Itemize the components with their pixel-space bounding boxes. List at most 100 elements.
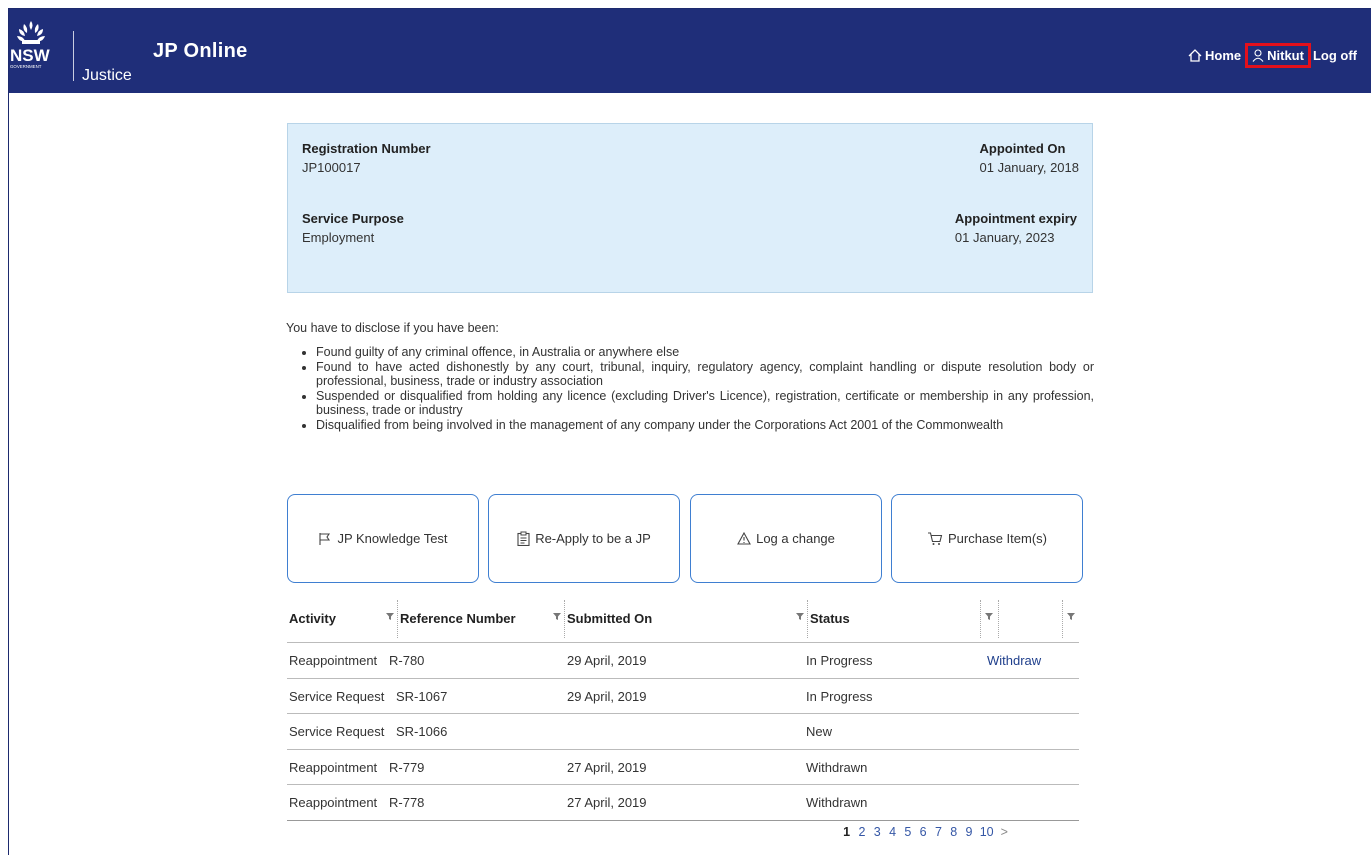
log-change-label: Log a change [756, 531, 835, 546]
table-row[interactable]: Reappointment R-780 29 April, 2019 In Pr… [287, 643, 1079, 679]
appointed-block: Appointed On 01 January, 2018 [980, 139, 1080, 177]
cell-reference: SR-1067 [396, 688, 448, 704]
page-link[interactable]: 5 [900, 825, 915, 839]
cell-status: Withdrawn [806, 795, 868, 810]
cell-reference: R-778 [389, 795, 425, 810]
cell-status: In Progress [806, 653, 873, 668]
activity-table: Activity Reference Number Submitted On S… [287, 594, 1079, 821]
filter-icon[interactable] [985, 611, 993, 621]
nsw-government-logo[interactable]: NSW GOVERNMENT [9, 17, 69, 85]
reapply-button[interactable]: Re-Apply to be a JP [488, 494, 680, 583]
table-row[interactable]: Service Request SR-1066 New [287, 714, 1079, 750]
department-name: Justice [82, 67, 132, 84]
cell-submitted: 27 April, 2019 [567, 759, 647, 775]
column-header-actions [999, 594, 1059, 643]
table-row[interactable]: Reappointment R-778 27 April, 2019 Withd… [287, 785, 1079, 821]
header-nav: Home Nitkut Log off [1188, 43, 1357, 68]
action-buttons: JP Knowledge Test Re-Apply to be a JP Lo… [287, 494, 1085, 583]
nav-home-link[interactable]: Home [1188, 48, 1241, 63]
filter-icon[interactable] [1067, 611, 1075, 621]
warning-icon [737, 532, 752, 545]
page-link[interactable]: 8 [946, 825, 961, 839]
logo-subtext: GOVERNMENT [10, 64, 42, 69]
column-separator [1062, 600, 1063, 638]
expiry-value: 01 January, 2023 [954, 230, 1055, 245]
cell-status: New [806, 724, 833, 739]
page-link[interactable]: 2 [854, 825, 869, 839]
filter-icon[interactable] [796, 611, 804, 621]
page-link[interactable]: 3 [870, 825, 885, 839]
page-frame: NSW GOVERNMENT Justice JP Online Home Ni… [8, 8, 1371, 855]
purchase-items-button[interactable]: Purchase Item(s) [891, 494, 1083, 583]
reapply-label: Re-Apply to be a JP [535, 531, 651, 546]
next-page-button[interactable]: > [1001, 825, 1008, 839]
filter-icon[interactable] [386, 611, 394, 621]
registration-label: Registration Number [302, 141, 431, 156]
jp-knowledge-test-button[interactable]: JP Knowledge Test [287, 494, 479, 583]
app-title[interactable]: JP Online [153, 40, 248, 63]
column-header-submitted[interactable]: Submitted On [565, 594, 765, 643]
table-header: Activity Reference Number Submitted On S… [287, 594, 1079, 643]
disclosure-list: Found guilty of any criminal offence, in… [286, 345, 1094, 432]
appointed-label: Appointed On [979, 141, 1066, 156]
page-link[interactable]: 7 [931, 825, 946, 839]
cell-reference: SR-1066 [396, 724, 448, 739]
withdraw-link[interactable]: Withdraw [987, 643, 1041, 678]
registration-block: Registration Number JP100017 [302, 139, 431, 177]
nav-user-label: Nitkut [1267, 48, 1304, 63]
disclosure-section: You have to disclose if you have been: F… [286, 321, 1094, 432]
cell-submitted: 29 April, 2019 [567, 653, 647, 668]
user-icon [1252, 49, 1264, 62]
table-row[interactable]: Reappointment R-779 27 April, 2019 Withd… [287, 750, 1079, 785]
column-header-reference[interactable]: Reference Number [398, 594, 548, 643]
top-header: NSW GOVERNMENT Justice JP Online Home Ni… [9, 9, 1371, 93]
column-separator [980, 600, 981, 638]
cell-activity: Service Request [289, 688, 385, 704]
cart-icon [928, 531, 943, 545]
appointed-value: 01 January, 2018 [979, 160, 1080, 175]
table-row[interactable]: Service Request SR-1067 29 April, 2019 I… [287, 679, 1079, 714]
cell-reference: R-780 [389, 653, 425, 668]
cell-submitted: 27 April, 2019 [567, 795, 647, 810]
expiry-block: Appointment expiry 01 January, 2023 [955, 209, 1077, 247]
purpose-value: Employment [302, 230, 375, 245]
pagination: 1 2 3 4 5 6 7 8 9 10 > [839, 825, 1008, 839]
nav-user-link[interactable]: Nitkut [1245, 43, 1311, 68]
cell-reference: R-779 [389, 759, 425, 775]
log-change-button[interactable]: Log a change [690, 494, 882, 583]
expiry-label: Appointment expiry [954, 211, 1077, 226]
column-header-activity[interactable]: Activity [287, 594, 382, 643]
registration-value: JP100017 [302, 160, 361, 175]
jp-knowledge-test-label: JP Knowledge Test [337, 531, 448, 546]
home-icon [1188, 49, 1202, 62]
disclosure-item: Found guilty of any criminal offence, in… [316, 345, 1094, 360]
flag-icon [319, 532, 331, 545]
purpose-block: Service Purpose Employment [302, 209, 404, 247]
purpose-label: Service Purpose [302, 211, 404, 226]
logo-text: NSW [10, 46, 51, 65]
cell-status: In Progress [806, 688, 873, 704]
cell-activity: Reappointment [289, 759, 378, 775]
cell-activity: Reappointment [289, 795, 378, 810]
column-header-status[interactable]: Status [808, 594, 978, 643]
cell-activity: Service Request [289, 724, 385, 739]
nav-logoff-link[interactable]: Log off [1313, 48, 1357, 63]
page-link[interactable]: 9 [961, 825, 976, 839]
page-link[interactable]: 6 [915, 825, 930, 839]
clipboard-icon [517, 531, 530, 546]
cell-status: Withdrawn [806, 759, 868, 775]
page-link[interactable]: 10 [977, 825, 997, 839]
disclosure-item: Found to have acted dishonestly by any c… [316, 360, 1094, 389]
disclosure-intro: You have to disclose if you have been: [286, 321, 499, 335]
logo-divider [73, 31, 74, 81]
jp-details-panel: Registration Number JP100017 Appointed O… [287, 123, 1093, 293]
cell-submitted: 29 April, 2019 [567, 688, 647, 704]
disclosure-item: Suspended or disqualified from holding a… [316, 389, 1094, 418]
page-link[interactable]: 4 [885, 825, 900, 839]
disclosure-item: Disqualified from being involved in the … [316, 418, 1094, 433]
nav-logoff-label: Log off [1312, 48, 1357, 63]
page-link-current[interactable]: 1 [839, 825, 854, 839]
filter-icon[interactable] [553, 611, 561, 621]
purchase-items-label: Purchase Item(s) [948, 531, 1047, 546]
nav-home-label: Home [1204, 48, 1242, 63]
